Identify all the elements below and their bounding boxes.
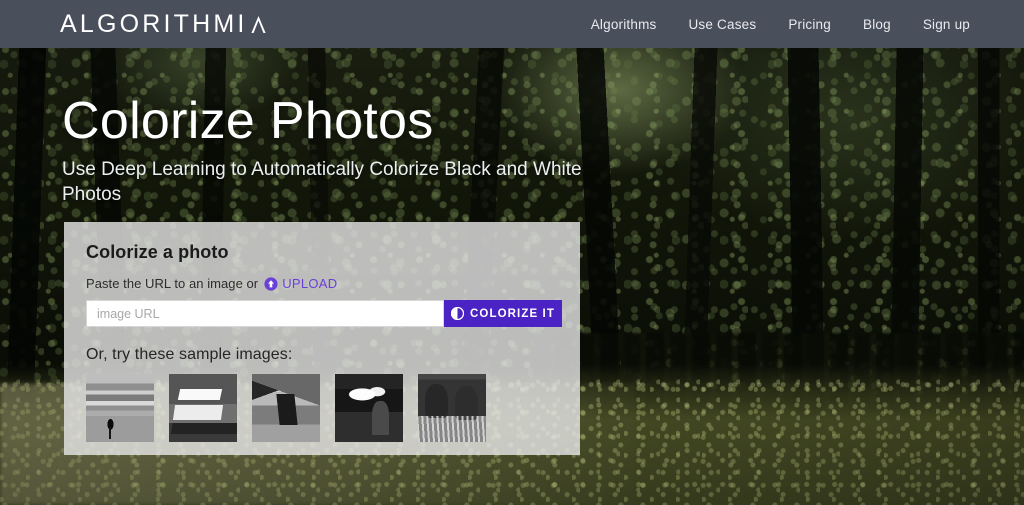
page-title: Colorize Photos [62,92,434,150]
page-subtitle: Use Deep Learning to Automatically Color… [62,159,582,205]
nav-item-algorithms[interactable]: Algorithms [591,17,657,32]
logo-wordmark: ALGORITHMI [60,9,248,38]
half-circle-contrast-icon [451,307,465,320]
nav-item-blog[interactable]: Blog [863,17,891,32]
card-title: Colorize a photo [86,242,229,262]
colorize-it-button[interactable]: COLORIZE IT [444,300,562,327]
sample-thumbnail-sprint-race-car[interactable] [169,374,237,442]
sample-thumbnail-cows-field[interactable] [418,374,486,442]
sample-images-list [86,374,558,442]
sample-thumbnail-mountain-rock[interactable] [252,374,320,442]
url-input-row: COLORIZE IT [86,300,562,327]
algorithmia-logo[interactable]: ALGORITHMI [60,9,267,38]
page-root: ALGORITHMI Algorithms Use Cases Pricing … [0,0,1024,505]
upload-circle-arrow-icon [264,276,278,291]
upload-link[interactable]: UPLOAD [264,276,337,291]
nav-item-use-cases[interactable]: Use Cases [688,17,756,32]
hero-section: Colorize Photos Use Deep Learning to Aut… [62,92,702,207]
algorithmia-a-mark-icon [250,15,267,34]
nav-item-pricing[interactable]: Pricing [788,17,831,32]
upload-link-label: UPLOAD [282,276,338,291]
card-instruction-text: Paste the URL to an image or [86,276,259,291]
image-url-input[interactable] [86,300,444,327]
sample-thumbnail-bird-shoreline[interactable] [86,374,154,442]
samples-heading: Or, try these sample images: [86,346,293,363]
site-header: ALGORITHMI Algorithms Use Cases Pricing … [0,0,1024,48]
nav-item-sign-up[interactable]: Sign up [923,17,970,32]
colorize-card: Colorize a photo Paste the URL to an ima… [64,222,580,455]
main-navigation: Algorithms Use Cases Pricing Blog Sign u… [591,17,970,32]
colorize-it-button-label: COLORIZE IT [470,307,555,320]
sample-thumbnail-person-steam[interactable] [335,374,403,442]
card-instruction-row: Paste the URL to an image or UPLOAD [86,276,558,291]
